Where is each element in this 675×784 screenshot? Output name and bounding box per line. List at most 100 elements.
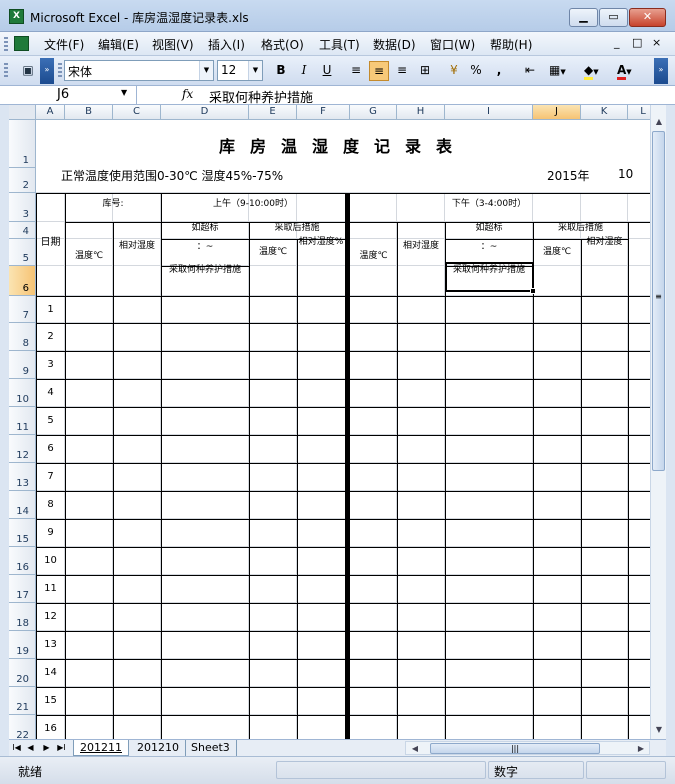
minimize-button[interactable]: ▁ (569, 8, 598, 27)
name-box[interactable]: J6 ▼ (9, 86, 137, 105)
row-header-12[interactable]: 12 (9, 435, 36, 463)
font-name-dropdown-icon[interactable]: ▼ (199, 61, 213, 80)
column-header-j[interactable]: J (533, 105, 581, 120)
select-all-corner[interactable] (9, 105, 36, 120)
bold-button[interactable]: B (271, 61, 291, 81)
menu-file[interactable]: 文件(F) (44, 36, 84, 53)
name-box-dropdown-icon[interactable]: ▼ (121, 88, 127, 97)
font-color-icon[interactable]: A▼ (617, 61, 643, 81)
column-header-i[interactable]: I (445, 105, 533, 120)
merge-center-icon[interactable]: ⊞ (415, 61, 435, 81)
font-size-select[interactable]: 12 ▼ (217, 60, 263, 81)
column-header-d[interactable]: D (161, 105, 249, 120)
column-header-b[interactable]: B (65, 105, 113, 120)
menu-edit[interactable]: 编辑(E) (98, 36, 139, 53)
align-right-icon[interactable]: ≡ (392, 61, 412, 81)
toolbar-grip-2[interactable] (58, 63, 62, 79)
row-header-8[interactable]: 8 (9, 323, 36, 351)
menu-format[interactable]: 格式(O) (261, 36, 304, 53)
toolbar-grip[interactable] (4, 63, 8, 79)
row-header-19[interactable]: 19 (9, 631, 36, 659)
horizontal-scroll-thumb[interactable]: ||| (430, 743, 600, 754)
fill-handle[interactable] (530, 288, 536, 294)
doc-minimize-icon[interactable]: _ (614, 36, 620, 49)
vertical-scroll-thumb[interactable]: ≡ (652, 131, 665, 471)
align-center-icon[interactable]: ≡ (369, 61, 389, 81)
horizontal-scrollbar[interactable]: ◀ ||| ▶ (405, 741, 650, 755)
column-header-f[interactable]: F (297, 105, 350, 120)
vertical-scrollbar[interactable]: ▲ ≡ ▼ (650, 105, 666, 739)
menu-grip[interactable] (4, 37, 8, 51)
scroll-down-icon[interactable]: ▼ (652, 723, 666, 737)
row-header-6[interactable]: 6 (9, 266, 36, 296)
scroll-right-icon[interactable]: ▶ (634, 742, 648, 756)
row-header-10[interactable]: 10 (9, 379, 36, 407)
row-header-5[interactable]: 5 (9, 239, 36, 266)
percent-button[interactable]: % (466, 61, 486, 81)
font-size-dropdown-icon[interactable]: ▼ (248, 61, 262, 80)
decrease-indent-icon[interactable]: ⇤ (520, 61, 540, 81)
tab-201211[interactable]: 201211 (73, 740, 129, 756)
spreadsheet-grid[interactable]: ABCDEFGHIJKL 1 2 3 4 5 6 7 8 9 10 11 12 13 14 15 16 17 18… (9, 105, 650, 739)
align-left-icon[interactable]: ≡ (346, 61, 366, 81)
row-header-2[interactable]: 2 (9, 168, 36, 193)
formula-input[interactable]: 采取何种养护措施 (209, 87, 313, 106)
underline-button[interactable]: U (317, 61, 337, 81)
menu-insert[interactable]: 插入(I) (208, 36, 245, 53)
fill-color-icon[interactable]: ◆▼ (584, 61, 610, 81)
row-header-13[interactable]: 13 (9, 463, 36, 491)
scroll-left-icon[interactable]: ◀ (408, 742, 422, 756)
borders-icon[interactable]: ▦▼ (549, 61, 575, 81)
currency-icon[interactable]: ¥ (444, 61, 464, 81)
toolbar-options-icon-2[interactable]: » (654, 58, 668, 84)
row-header-21[interactable]: 21 (9, 687, 36, 715)
row-header-17[interactable]: 17 (9, 575, 36, 603)
row-header-18[interactable]: 18 (9, 603, 36, 631)
maximize-button[interactable]: ▭ (599, 8, 628, 27)
column-header-h[interactable]: H (397, 105, 445, 120)
workbook-icon[interactable] (14, 36, 29, 51)
tab-sheet3[interactable]: Sheet3 (185, 740, 237, 756)
row-header-15[interactable]: 15 (9, 519, 36, 547)
toolbar-options-icon[interactable]: » (40, 58, 54, 84)
italic-button[interactable]: I (294, 61, 314, 81)
row-header-11[interactable]: 11 (9, 407, 36, 435)
column-header-c[interactable]: C (113, 105, 161, 120)
menu-help[interactable]: 帮助(H) (490, 36, 532, 53)
column-header-a[interactable]: A (36, 105, 65, 120)
scroll-up-icon[interactable]: ▲ (652, 115, 666, 129)
doc-restore-icon[interactable]: □ (632, 36, 642, 49)
year-cell: 2015年 (547, 169, 590, 183)
font-name-select[interactable]: 宋体 ▼ (64, 60, 214, 81)
row-header-1[interactable]: 1 (9, 120, 36, 168)
insert-function-icon[interactable]: fx (182, 87, 193, 101)
prev-sheet-icon[interactable]: ◀ (25, 741, 36, 755)
close-button[interactable]: ✕ (629, 8, 666, 27)
row-number: 9 (22, 366, 29, 377)
excel-app-icon[interactable]: X (9, 9, 24, 24)
column-header-e[interactable]: E (249, 105, 297, 120)
row-header-14[interactable]: 14 (9, 491, 36, 519)
row-header-7[interactable]: 7 (9, 296, 36, 323)
doc-close-icon[interactable]: × (652, 36, 661, 49)
row-header-16[interactable]: 16 (9, 547, 36, 575)
row-header-4[interactable]: 4 (9, 222, 36, 239)
menu-view[interactable]: 视图(V) (152, 36, 194, 53)
column-header-k[interactable]: K (581, 105, 628, 120)
row-header-9[interactable]: 9 (9, 351, 36, 379)
last-sheet-icon[interactable]: ▶I (56, 741, 67, 755)
menu-tools[interactable]: 工具(T) (319, 36, 360, 53)
menu-data[interactable]: 数据(D) (373, 36, 416, 53)
pm-which-measure[interactable]: 采取何种养护措施 (446, 265, 532, 276)
column-header-l[interactable]: L (628, 105, 650, 120)
tab-201210[interactable]: 201210 (131, 740, 186, 756)
row-header-22[interactable]: 22 (9, 715, 36, 739)
row-header-3[interactable]: 3 (9, 193, 36, 222)
next-sheet-icon[interactable]: ▶ (41, 741, 52, 755)
first-sheet-icon[interactable]: I◀ (11, 741, 22, 755)
comma-button[interactable]: , (489, 61, 509, 81)
menu-window[interactable]: 窗口(W) (430, 36, 475, 53)
column-header-g[interactable]: G (350, 105, 397, 120)
row-header-20[interactable]: 20 (9, 659, 36, 687)
save-icon[interactable]: ▣ (18, 61, 38, 81)
